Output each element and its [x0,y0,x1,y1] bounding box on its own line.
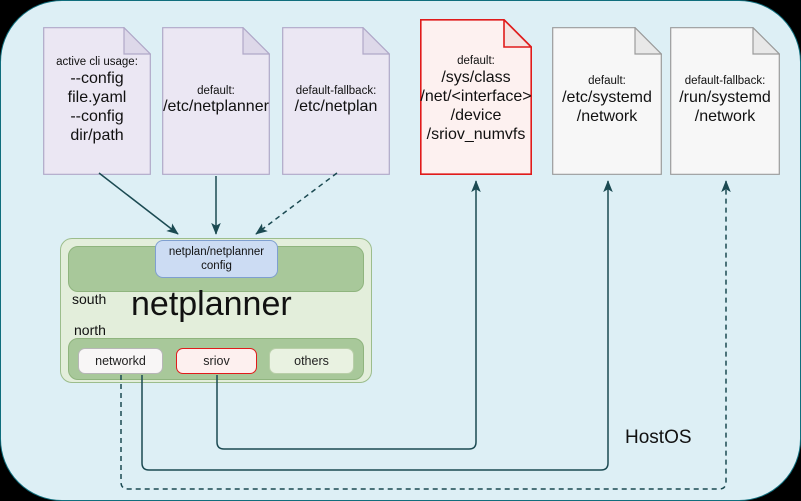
doc-line: /etc/netplan [294,98,378,116]
edge-networkd-to-runsystemd [120,180,731,490]
doc-line: /sriov_numvfs [426,125,526,143]
edge-networkd-to-etcsystemd [141,180,613,471]
doc-line: /network [694,107,756,125]
doc-line: active cli usage: [56,56,138,69]
edge-activecli-to-config [98,172,179,235]
doc-line: /run/systemd [679,88,771,106]
doc-line: /net/<interface> [420,87,532,105]
doc-line: default-fallback: [684,75,766,88]
doc-line: /etc/netplanner [163,98,269,116]
doc-line: /sys/class [441,69,511,87]
doc-line: default: [197,84,235,97]
doc-line: --config dir/path [70,107,124,144]
doc-line: default: [457,55,495,68]
edge-sriov-to-sriovnumvfs [216,180,481,450]
doc-line: --config file.yaml [67,70,127,106]
edge-netplanfallback-to-config [255,172,338,235]
doc-line: default-fallback: [295,84,377,97]
doc-line: /network [576,107,638,125]
diagram-canvas: active cli usage: --config file.yaml --c… [0,0,801,501]
doc-line: /device [450,106,502,124]
doc-line: default: [588,75,626,88]
doc-line: /etc/systemd [562,88,652,106]
